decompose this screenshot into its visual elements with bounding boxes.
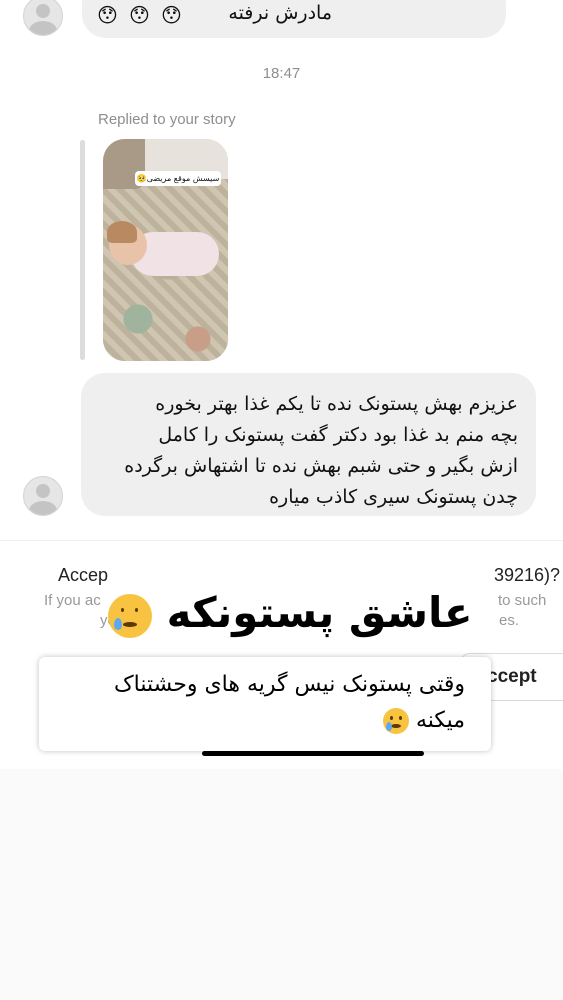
- sender-avatar-top[interactable]: [23, 0, 63, 36]
- home-indicator[interactable]: [202, 751, 424, 756]
- request-description-1: If you ac: [44, 592, 101, 609]
- message-text: مادرش نرفته: [228, 2, 332, 24]
- overlay-title: عاشق پستونکه: [108, 578, 508, 648]
- chat-thread: مادرش نرفته 😯 😯 😯 18:47 Replied to your …: [0, 0, 563, 540]
- story-sticker-text: سیسش موقع مریضی🥺: [135, 171, 221, 186]
- message-bubble-main[interactable]: عزیزم بهش پستونک نده تا یکم غذا بهتر بخو…: [81, 373, 536, 516]
- avatar-body-icon: [29, 21, 57, 35]
- message-body: عزیزم بهش پستونک نده تا یکم غذا بهتر بخو…: [124, 389, 518, 513]
- sender-avatar[interactable]: [23, 476, 63, 516]
- crying-face-icon: [382, 708, 409, 734]
- overlay-caption: وقتی پستونک نیس گریه های وحشتناک میکنه: [39, 657, 491, 751]
- message-timestamp: 18:47: [262, 65, 301, 82]
- hushed-face-emoji: 😯: [129, 3, 150, 27]
- reply-indicator-line: [80, 140, 85, 360]
- message-bubble-top[interactable]: مادرش نرفته 😯 😯 😯: [82, 0, 506, 38]
- story-baby-hair: [107, 221, 137, 243]
- message-line-4: چدن پستونک سیری کاذب میاره: [269, 486, 518, 508]
- message-line-3: ازش بگیر و حتی شبم بهش نده تا اشتهاش برگ…: [124, 455, 518, 477]
- overlay-title-text: عاشق پستونکه: [166, 588, 474, 637]
- hushed-face-emoji: 😯: [97, 3, 118, 27]
- story-thumbnail[interactable]: سیسش موقع مریضی🥺: [103, 139, 228, 361]
- hushed-face-emoji: 😯: [161, 3, 182, 27]
- avatar-head-icon: [36, 4, 50, 18]
- message-line-1: عزیزم بهش پستونک نده تا یکم غذا بهتر بخو…: [155, 393, 518, 415]
- message-line-2: بچه منم بد غذا بود دکتر گفت پستونک را کا…: [158, 424, 518, 446]
- overlay-caption-text: وقتی پستونک نیس گریه های وحشتناک میکنه: [113, 672, 465, 733]
- replied-to-story-label: Replied to your story: [98, 111, 236, 128]
- avatar-head-icon: [36, 484, 50, 498]
- accept-request-title: Accep: [58, 565, 109, 585]
- crying-face-icon: [108, 593, 152, 638]
- avatar-body-icon: [29, 501, 57, 515]
